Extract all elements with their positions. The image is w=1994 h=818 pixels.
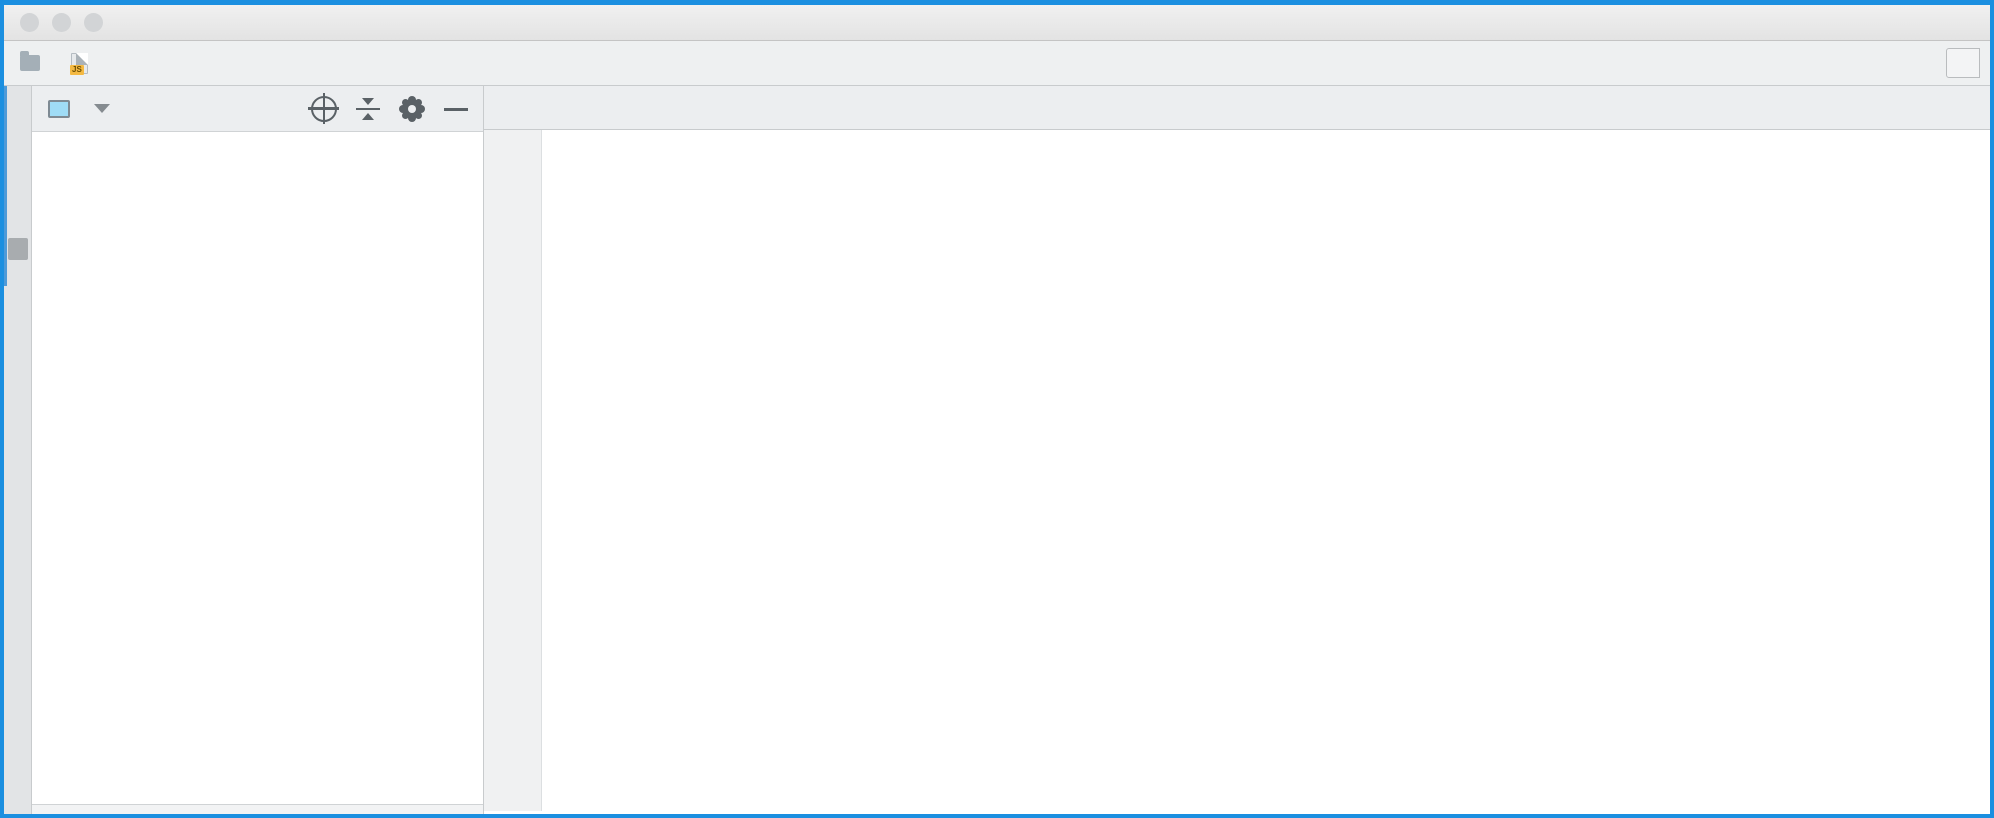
- settings-button[interactable]: [395, 92, 429, 126]
- breadcrumb-item-file[interactable]: JS: [70, 52, 97, 75]
- maximize-window-button[interactable]: [84, 13, 103, 32]
- main-body: [4, 86, 1990, 814]
- close-window-button[interactable]: [20, 13, 39, 32]
- target-icon: [308, 92, 339, 124]
- project-tool-window: [32, 86, 484, 814]
- code-text[interactable]: [570, 130, 1990, 814]
- editor-bottom-strip: [484, 811, 1990, 814]
- search-everywhere-button[interactable]: [1946, 48, 1980, 78]
- editor-tab-bar[interactable]: [484, 86, 1990, 130]
- tool-strip-selection-indicator: [4, 86, 7, 286]
- left-tool-window-bar[interactable]: [4, 86, 32, 814]
- code-folding-gutter[interactable]: [542, 130, 570, 814]
- ide-window: JS: [0, 0, 1994, 818]
- panel-bottom-strip: [32, 804, 483, 814]
- collapse-all-icon: [356, 97, 380, 121]
- editor-area: [484, 86, 1990, 814]
- editor-content[interactable]: [484, 130, 1990, 814]
- js-file-icon: JS: [70, 52, 88, 75]
- hide-panel-button[interactable]: [439, 92, 473, 126]
- minimize-window-button[interactable]: [52, 13, 71, 32]
- folder-icon: [20, 51, 40, 71]
- breadcrumb-item-project[interactable]: [20, 51, 49, 71]
- minus-icon: [444, 107, 468, 111]
- gear-icon: [402, 98, 422, 119]
- scroll-from-source-button[interactable]: [307, 92, 341, 126]
- project-panel-header: [32, 86, 483, 132]
- project-tree[interactable]: [32, 132, 483, 804]
- title-bar: [4, 5, 1990, 41]
- collapse-all-button[interactable]: [351, 92, 385, 126]
- project-window-icon: [48, 99, 70, 118]
- window-controls[interactable]: [4, 13, 103, 32]
- navbar-right-controls[interactable]: [1946, 48, 1980, 78]
- line-number-gutter: [484, 130, 542, 814]
- tool-window-thumb-icon: [8, 238, 28, 260]
- navigation-bar: JS: [4, 41, 1990, 86]
- chevron-down-icon[interactable]: [94, 104, 110, 113]
